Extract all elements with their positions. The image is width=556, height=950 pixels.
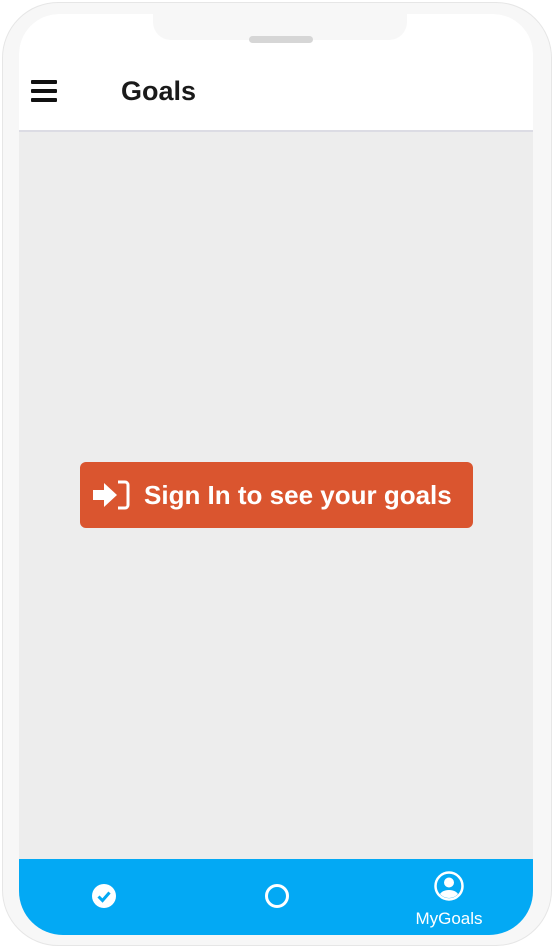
sign-in-button[interactable]: Sign In to see your goals xyxy=(80,462,473,528)
tab-mygoals[interactable]: MyGoals xyxy=(389,859,509,935)
bottom-tab-bar: MyGoals xyxy=(19,859,533,935)
page-title: Goals xyxy=(121,76,197,106)
tab-mygoals-label: MyGoals xyxy=(415,909,483,928)
user-circle-icon xyxy=(434,871,464,901)
hamburger-menu-icon[interactable] xyxy=(31,80,57,102)
device-speaker xyxy=(249,36,313,43)
app-screen: Goals Sign In to see your goals MyGoals xyxy=(19,14,533,935)
tab-circle[interactable] xyxy=(217,859,337,935)
tab-check[interactable] xyxy=(44,859,164,935)
check-circle-icon xyxy=(92,884,116,908)
sign-in-icon xyxy=(93,480,130,510)
circle-outline-icon xyxy=(265,884,289,908)
sign-in-label: Sign In to see your goals xyxy=(144,479,452,510)
